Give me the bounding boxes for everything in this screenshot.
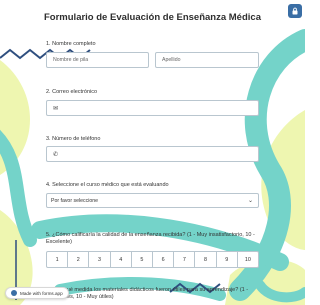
badge-text: Made with forms.app	[20, 290, 63, 296]
course-select[interactable]: Por favor seleccione ⌄	[46, 193, 259, 208]
rating-scale: 1 2 3 4 5 6 7 8 9 10	[46, 251, 259, 268]
rating-option[interactable]: 4	[111, 252, 132, 267]
course-select-value: Por favor seleccione	[51, 197, 98, 204]
last-name-placeholder: Apellido	[162, 57, 181, 63]
phone-input[interactable]: ✆	[46, 146, 259, 162]
made-with-badge[interactable]: Made with forms.app	[5, 287, 69, 299]
question-1-label: 1. Nombre completo	[46, 41, 96, 47]
first-name-placeholder: Nombre de pila	[53, 57, 89, 63]
rating-option[interactable]: 10	[238, 252, 258, 267]
rating-option[interactable]: 2	[68, 252, 90, 267]
rating-option[interactable]: 7	[174, 252, 196, 267]
rating-option[interactable]: 6	[153, 252, 175, 267]
question-5-label: 5. ¿Cómo calificaría la calidad de la en…	[46, 232, 255, 245]
first-name-input[interactable]: Nombre de pila	[46, 52, 149, 68]
question-4-label: 4. Seleccione el curso médico que está e…	[46, 182, 169, 188]
last-name-input[interactable]: Apellido	[155, 52, 259, 68]
rating-option[interactable]: 3	[89, 252, 111, 267]
rating-option[interactable]: 5	[132, 252, 154, 267]
question-6-label: 6. ¿En qué medida los materiales didácti…	[46, 287, 249, 300]
form-page: Formulario de Evaluación de Enseñanza Mé…	[0, 0, 305, 305]
rating-option[interactable]: 1	[47, 252, 69, 267]
chevron-down-icon: ⌄	[247, 198, 253, 204]
mail-icon: ✉	[53, 105, 59, 112]
rating-option[interactable]: 9	[217, 252, 238, 267]
form-title: Formulario de Evaluación de Enseñanza Mé…	[44, 12, 261, 23]
email-input[interactable]: ✉	[46, 100, 259, 116]
rating-option[interactable]: 8	[195, 252, 217, 267]
question-2-label: 2. Correo electrónico	[46, 89, 98, 95]
forms-app-logo-icon	[11, 290, 17, 296]
phone-icon: ✆	[53, 151, 59, 158]
question-3-label: 3. Número de teléfono	[46, 136, 101, 142]
